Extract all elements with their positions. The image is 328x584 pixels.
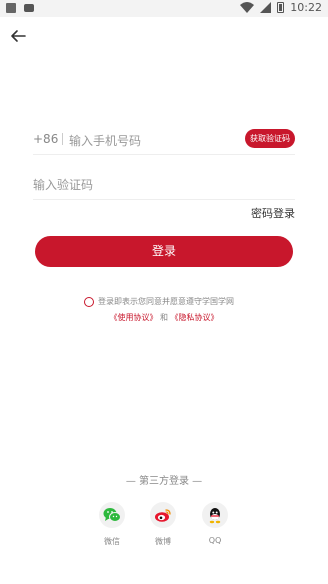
agreement-row: 登录即表示您同意并愿意遵守学国学网 — [84, 296, 234, 307]
app-notification-icon — [24, 4, 34, 12]
divider — [62, 133, 63, 145]
battery-icon — [277, 2, 285, 13]
user-agreement-link[interactable]: 《使用协议》 — [109, 313, 157, 322]
agreement-text: 登录即表示您同意并愿意遵守学国学网 — [98, 297, 234, 306]
notification-icon — [6, 3, 16, 13]
back-arrow-icon[interactable] — [9, 28, 27, 44]
qq-label: QQ — [208, 536, 222, 545]
status-bar: 10:22 — [0, 0, 328, 17]
wechat-login-button[interactable]: 微信 — [97, 502, 127, 547]
phone-input-row[interactable]: +86 输入手机号码 获取验证码 — [33, 124, 295, 155]
qq-icon[interactable] — [202, 502, 228, 528]
phone-input[interactable]: 输入手机号码 — [69, 132, 141, 149]
privacy-agreement-link[interactable]: 《隐私协议》 — [171, 313, 219, 322]
agree-radio[interactable] — [84, 296, 94, 307]
code-input-row[interactable]: 输入验证码 — [33, 169, 295, 200]
policy-links: 《使用协议》 和 《隐私协议》 — [0, 312, 328, 323]
wifi-icon — [240, 2, 255, 13]
qq-login-button[interactable]: QQ — [200, 502, 230, 545]
password-login-link[interactable]: 密码登录 — [251, 205, 295, 221]
status-time: 10:22 — [290, 1, 322, 14]
weibo-label: 微博 — [155, 537, 171, 546]
wechat-label: 微信 — [104, 537, 120, 546]
get-code-button[interactable]: 获取验证码 — [245, 129, 295, 148]
third-party-login-title: — 第三方登录 — — [125, 476, 203, 487]
login-button[interactable]: 登录 — [35, 236, 293, 267]
weibo-icon[interactable] — [150, 502, 176, 528]
wechat-icon[interactable] — [99, 502, 125, 528]
verification-code-input[interactable]: 输入验证码 — [33, 176, 93, 193]
policy-connector: 和 — [160, 313, 168, 322]
signal-icon — [260, 2, 272, 13]
country-code[interactable]: +86 — [33, 132, 58, 146]
weibo-login-button[interactable]: 微博 — [148, 502, 178, 547]
